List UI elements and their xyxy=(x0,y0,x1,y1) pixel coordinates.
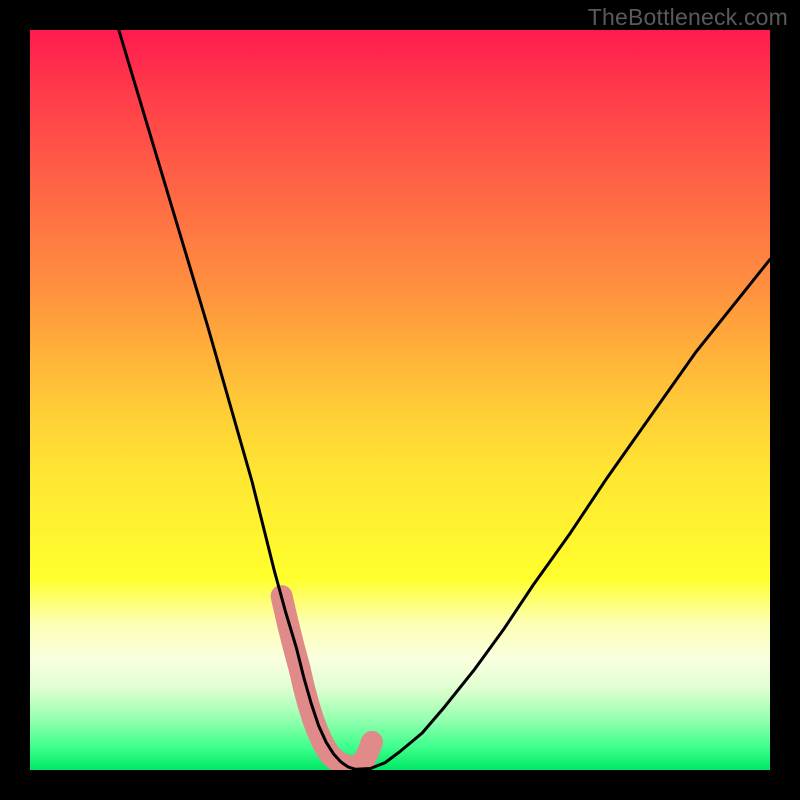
watermark-text: TheBottleneck.com xyxy=(588,4,788,31)
bottleneck-curve xyxy=(119,30,770,769)
chart-overlay xyxy=(30,30,770,770)
chart-plot-area xyxy=(30,30,770,770)
chart-frame: TheBottleneck.com xyxy=(0,0,800,800)
